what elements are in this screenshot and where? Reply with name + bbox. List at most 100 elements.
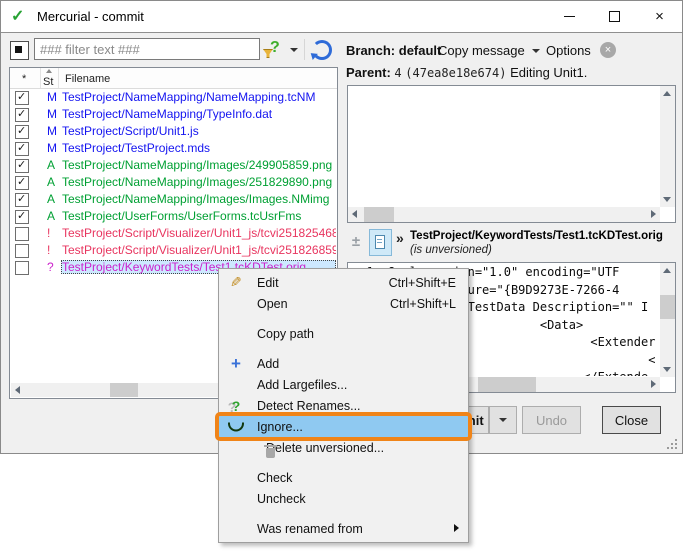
file-checkbox[interactable]	[15, 227, 29, 241]
file-name[interactable]: TestProject/NameMapping/TypeInfo.dat	[61, 107, 336, 121]
filter-help-button[interactable]: ?	[263, 39, 285, 61]
commit-message-input[interactable]	[348, 86, 660, 207]
message-vscrollbar[interactable]	[660, 86, 675, 207]
screenshot-root: ✓ Mercurial - commit ? Branch: default C…	[0, 0, 683, 554]
scroll-right-icon[interactable]	[651, 210, 656, 218]
scroll-left-icon[interactable]	[15, 386, 20, 394]
parent-hash: (47ea8e18e674)	[405, 66, 506, 80]
menu-item[interactable]: Ignore...	[219, 416, 468, 437]
scrollbar-thumb[interactable]	[660, 295, 675, 319]
menu-item[interactable]: Check	[219, 467, 468, 488]
menu-item[interactable]	[219, 344, 468, 353]
file-checkbox[interactable]	[15, 193, 29, 207]
close-button[interactable]: Close	[602, 406, 661, 434]
status-letter: A	[47, 209, 55, 223]
file-name[interactable]: TestProject/NameMapping/Images/251829890…	[61, 175, 336, 189]
filter-input[interactable]	[34, 38, 260, 60]
copy-message-button[interactable]: Copy message	[438, 43, 540, 58]
file-name[interactable]: TestProject/Script/Unit1.js	[61, 124, 336, 138]
file-checkbox[interactable]	[15, 108, 29, 122]
file-row[interactable]: ! TestProject/Script/Visualizer/Unit1_js…	[10, 242, 337, 259]
menu-item[interactable]: Add	[219, 353, 468, 374]
file-name[interactable]: TestProject/NameMapping/NameMapping.tcNM	[61, 90, 336, 104]
status-letter: A	[47, 175, 55, 189]
menu-item[interactable]	[219, 509, 468, 518]
file-name[interactable]: TestProject/TestProject.mds	[61, 141, 336, 155]
close-icon	[655, 9, 664, 24]
check-icon	[17, 141, 26, 154]
context-menu: Edit Ctrl+Shift+E Open Ctrl+Shift+L Copy…	[218, 268, 469, 543]
file-row[interactable]: A TestProject/NameMapping/Images/2518298…	[10, 174, 337, 191]
scroll-down-icon[interactable]	[663, 367, 671, 372]
document-icon	[375, 235, 385, 249]
scroll-left-icon[interactable]	[352, 210, 357, 218]
undo-button[interactable]: Undo	[522, 406, 581, 434]
menu-item[interactable]: Delete unversioned...	[219, 437, 468, 458]
file-name[interactable]: TestProject/UserForms/UserForms.tcUsrFms	[61, 209, 336, 223]
scrollbar-thumb[interactable]	[478, 377, 536, 392]
clear-filter-icon[interactable]	[600, 42, 616, 58]
menu-item[interactable]: Copy path	[219, 323, 468, 344]
file-checkbox[interactable]	[15, 91, 29, 105]
menu-item[interactable]: Detect Renames...	[219, 395, 468, 416]
scroll-up-icon[interactable]	[663, 268, 671, 273]
file-row[interactable]: M TestProject/NameMapping/NameMapping.tc…	[10, 89, 337, 106]
preview-vscrollbar[interactable]	[660, 263, 675, 377]
file-row[interactable]: A TestProject/NameMapping/Images/Images.…	[10, 191, 337, 208]
resize-grip[interactable]	[665, 437, 677, 449]
status-letter: ?	[47, 260, 54, 274]
menu-item[interactable]: Was renamed from	[219, 518, 468, 539]
column-filename[interactable]: Filename	[65, 73, 110, 85]
options-button[interactable]: Options	[546, 43, 591, 58]
file-checkbox[interactable]	[15, 244, 29, 258]
minimize-button[interactable]	[547, 1, 592, 32]
scrollbar-thumb[interactable]	[110, 383, 138, 397]
column-check[interactable]: *	[22, 73, 26, 85]
toolbar-separator	[304, 39, 305, 60]
menu-item[interactable]: Add Largefiles...	[219, 374, 468, 395]
column-status[interactable]: St	[43, 76, 53, 88]
select-all-checkbox[interactable]	[10, 41, 29, 60]
menu-item-label: Add Largefiles...	[257, 378, 347, 392]
maximize-button[interactable]	[592, 1, 637, 32]
menu-item[interactable]	[219, 314, 468, 323]
file-name[interactable]: TestProject/NameMapping/Images/249905859…	[61, 158, 336, 172]
message-hscrollbar[interactable]	[348, 207, 660, 222]
file-row[interactable]: M TestProject/TestProject.mds	[10, 140, 337, 157]
copy-message-label: Copy message	[438, 43, 525, 58]
parent-label: Parent:	[346, 65, 391, 80]
file-checkbox[interactable]	[15, 142, 29, 156]
file-name[interactable]: TestProject/Script/Visualizer/Unit1_js/t…	[61, 226, 336, 240]
check-icon	[17, 175, 26, 188]
status-letter: M	[47, 141, 57, 155]
menu-item[interactable]: Edit Ctrl+Shift+E	[219, 272, 468, 293]
file-checkbox[interactable]	[15, 125, 29, 139]
commit-dropdown-button[interactable]	[489, 406, 517, 434]
submenu-arrow-icon	[454, 524, 459, 532]
menu-item[interactable]: Open Ctrl+Shift+L	[219, 293, 468, 314]
file-list-header[interactable]: * St Filename	[10, 68, 337, 89]
file-name[interactable]: TestProject/NameMapping/Images/Images.NM…	[61, 192, 336, 206]
diff-mode-button[interactable]: ±	[347, 232, 365, 252]
file-row[interactable]: ! TestProject/Script/Visualizer/Unit1_js…	[10, 225, 337, 242]
file-row[interactable]: A TestProject/NameMapping/Images/2499058…	[10, 157, 337, 174]
file-row[interactable]: M TestProject/Script/Unit1.js	[10, 123, 337, 140]
close-window-button[interactable]	[637, 1, 682, 32]
file-name[interactable]: TestProject/Script/Visualizer/Unit1_js/t…	[61, 243, 336, 257]
file-checkbox[interactable]	[15, 261, 29, 275]
scrollbar-thumb[interactable]	[364, 207, 394, 222]
file-view-button[interactable]	[369, 229, 392, 256]
file-row[interactable]: A TestProject/UserForms/UserForms.tcUsrF…	[10, 208, 337, 225]
filter-dropdown-icon[interactable]	[290, 48, 298, 52]
scroll-down-icon[interactable]	[663, 197, 671, 202]
file-checkbox[interactable]	[15, 159, 29, 173]
file-row[interactable]: M TestProject/NameMapping/TypeInfo.dat	[10, 106, 337, 123]
refresh-icon[interactable]	[312, 40, 332, 60]
window-title: Mercurial - commit	[37, 9, 144, 24]
file-checkbox[interactable]	[15, 176, 29, 190]
scroll-up-icon[interactable]	[663, 91, 671, 96]
file-checkbox[interactable]	[15, 210, 29, 224]
scroll-right-icon[interactable]	[651, 380, 656, 388]
menu-item[interactable]	[219, 458, 468, 467]
menu-item[interactable]: Uncheck	[219, 488, 468, 509]
